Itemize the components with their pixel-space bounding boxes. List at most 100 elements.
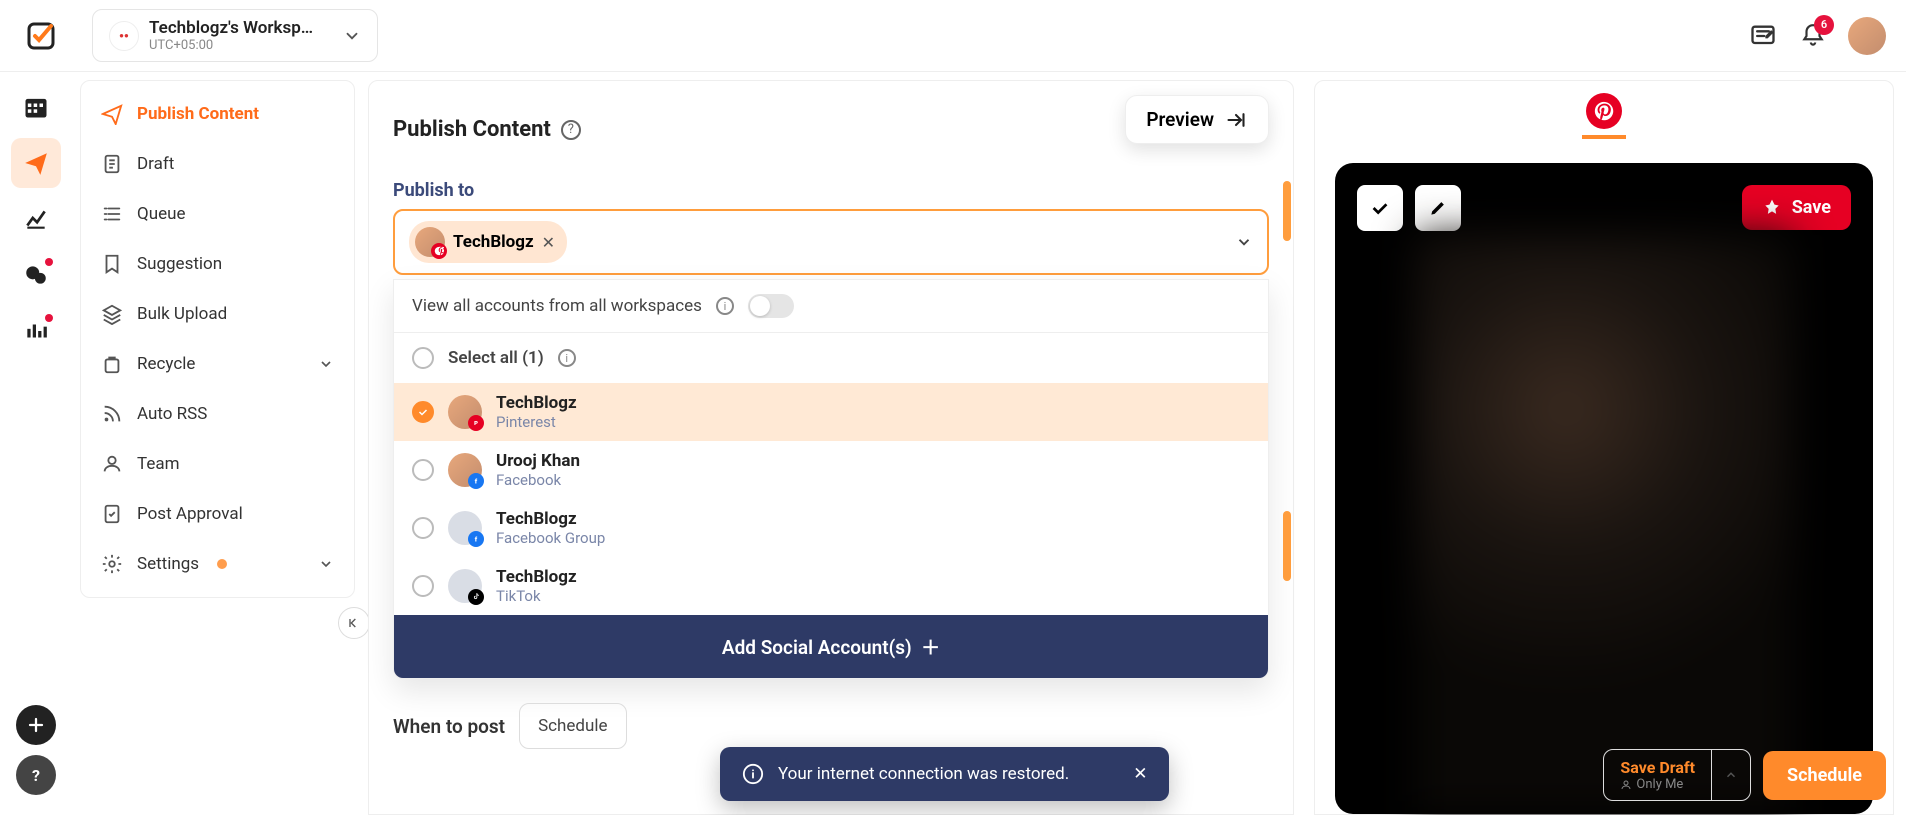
user-avatar[interactable] <box>1848 17 1886 55</box>
workspace-selector[interactable]: ●● Techblogz's Worksp… UTC+05:00 <box>92 9 378 62</box>
info-icon[interactable]: i <box>716 297 734 315</box>
user-icon <box>101 453 123 475</box>
svg-text:f: f <box>475 536 478 544</box>
save-draft-visibility: Only Me <box>1620 777 1695 792</box>
account-row[interactable]: TechBlogz TikTok <box>394 557 1268 615</box>
rail-analytics[interactable] <box>11 194 61 244</box>
chevron-down-icon <box>343 27 361 45</box>
rail-inbox[interactable] <box>11 250 61 300</box>
plus-icon: ＋ <box>921 636 940 659</box>
account-name: TechBlogz <box>496 509 605 529</box>
chip-remove-button[interactable]: ✕ <box>542 233 555 252</box>
select-all-checkbox[interactable] <box>412 347 434 369</box>
rail-publish[interactable] <box>11 138 61 188</box>
account-checkbox[interactable] <box>412 459 434 481</box>
sidebar-item-label: Auto RSS <box>137 404 207 424</box>
preview-label: Preview <box>1146 108 1214 131</box>
sidebar-recycle[interactable]: Recycle <box>81 339 354 389</box>
collapse-sidebar-button[interactable] <box>338 607 370 639</box>
chevron-down-icon <box>318 356 334 372</box>
notifications-icon[interactable]: 6 <box>1798 21 1828 51</box>
accounts-dropdown: View all accounts from all workspaces i … <box>393 279 1269 679</box>
account-network: TikTok <box>496 587 577 605</box>
list-icon <box>101 203 123 225</box>
save-draft-dropdown[interactable] <box>1711 750 1750 800</box>
scrollbar-thumb[interactable] <box>1283 181 1291 241</box>
preview-check-button[interactable] <box>1357 185 1403 231</box>
sidebar-auto-rss[interactable]: Auto RSS <box>81 389 354 439</box>
sidebar-post-approval[interactable]: Post Approval <box>81 489 354 539</box>
sidebar-item-label: Post Approval <box>137 504 243 524</box>
sidebar-item-label: Bulk Upload <box>137 304 227 324</box>
sidebar-item-label: Settings <box>137 554 199 574</box>
schedule-button[interactable]: Schedule <box>1763 751 1886 800</box>
workspace-avatar: ●● <box>109 21 139 51</box>
chip-name: TechBlogz <box>453 232 534 252</box>
user-icon <box>1620 779 1632 791</box>
svg-text:f: f <box>475 478 478 486</box>
rss-icon <box>101 403 123 425</box>
rail-listening[interactable] <box>11 306 61 356</box>
sidebar-team[interactable]: Team <box>81 439 354 489</box>
preview-save-button[interactable]: Save <box>1742 185 1851 230</box>
account-checkbox[interactable] <box>412 401 434 423</box>
compose-note-icon[interactable] <box>1748 21 1778 51</box>
preview-card: Save <box>1335 163 1873 814</box>
check-document-icon <box>101 503 123 525</box>
pin-icon <box>1762 198 1782 218</box>
preview-edit-button[interactable] <box>1415 185 1461 231</box>
compose-panel: Publish Content ? Preview Publish to Tec… <box>368 80 1294 815</box>
icon-rail: ? <box>0 72 72 815</box>
publish-to-selector[interactable]: TechBlogz ✕ <box>393 209 1269 275</box>
sidebar-queue[interactable]: Queue <box>81 189 354 239</box>
account-chip: TechBlogz ✕ <box>409 221 567 263</box>
sidebar-item-label: Queue <box>137 204 185 224</box>
sidebar-settings[interactable]: Settings <box>81 539 354 589</box>
account-checkbox[interactable] <box>412 517 434 539</box>
sidebar-item-label: Suggestion <box>137 254 222 274</box>
rail-dot-icon <box>45 314 53 322</box>
sidebar-publish-content[interactable]: Publish Content <box>81 89 354 139</box>
view-all-toggle[interactable] <box>748 294 794 318</box>
app-logo[interactable] <box>20 15 62 57</box>
account-checkbox[interactable] <box>412 575 434 597</box>
footer-actions: Save Draft Only Me Schedule <box>1603 749 1886 801</box>
document-icon <box>101 153 123 175</box>
account-row[interactable]: f Urooj Khan Facebook <box>394 441 1268 499</box>
sidebar-draft[interactable]: Draft <box>81 139 354 189</box>
add-social-account-button[interactable]: Add Social Account(s) ＋ <box>394 615 1268 678</box>
account-name: TechBlogz <box>496 393 577 413</box>
help-icon[interactable]: ? <box>561 120 581 140</box>
add-social-label: Add Social Account(s) <box>722 636 912 659</box>
save-draft-button[interactable]: Save Draft Only Me <box>1603 749 1751 801</box>
preview-button[interactable]: Preview <box>1125 95 1269 144</box>
preview-image <box>1415 235 1793 814</box>
account-row[interactable]: f TechBlogz Facebook Group <box>394 499 1268 557</box>
layers-icon <box>101 303 123 325</box>
account-name: TechBlogz <box>496 567 577 587</box>
view-all-label: View all accounts from all workspaces <box>412 296 702 316</box>
when-to-post-select[interactable]: Schedule <box>519 703 626 749</box>
preview-tab-pinterest[interactable] <box>1582 95 1626 139</box>
account-row[interactable]: P TechBlogz Pinterest <box>394 383 1268 441</box>
preview-panel: Save <box>1314 80 1894 815</box>
sidebar-item-label: Draft <box>137 154 174 174</box>
account-network: Pinterest <box>496 413 577 431</box>
connection-toast: Your internet connection was restored. ✕ <box>720 747 1169 801</box>
top-bar: ●● Techblogz's Worksp… UTC+05:00 6 <box>0 0 1906 72</box>
sidebar-suggestion[interactable]: Suggestion <box>81 239 354 289</box>
rail-help-button[interactable]: ? <box>16 755 56 795</box>
account-network: Facebook <box>496 471 580 489</box>
chevron-down-icon <box>318 556 334 572</box>
pinterest-badge-icon: P <box>468 415 484 431</box>
rail-calendar[interactable] <box>11 82 61 132</box>
rail-add-button[interactable] <box>16 705 56 745</box>
arrow-right-end-icon <box>1224 110 1248 130</box>
info-icon[interactable]: i <box>558 349 576 367</box>
toast-close-button[interactable]: ✕ <box>1133 764 1147 784</box>
when-to-post-label: When to post <box>393 715 505 738</box>
settings-dot-icon <box>217 559 227 569</box>
sidebar-bulk-upload[interactable]: Bulk Upload <box>81 289 354 339</box>
account-avatar <box>448 569 482 603</box>
scrollbar-thumb[interactable] <box>1283 511 1291 581</box>
